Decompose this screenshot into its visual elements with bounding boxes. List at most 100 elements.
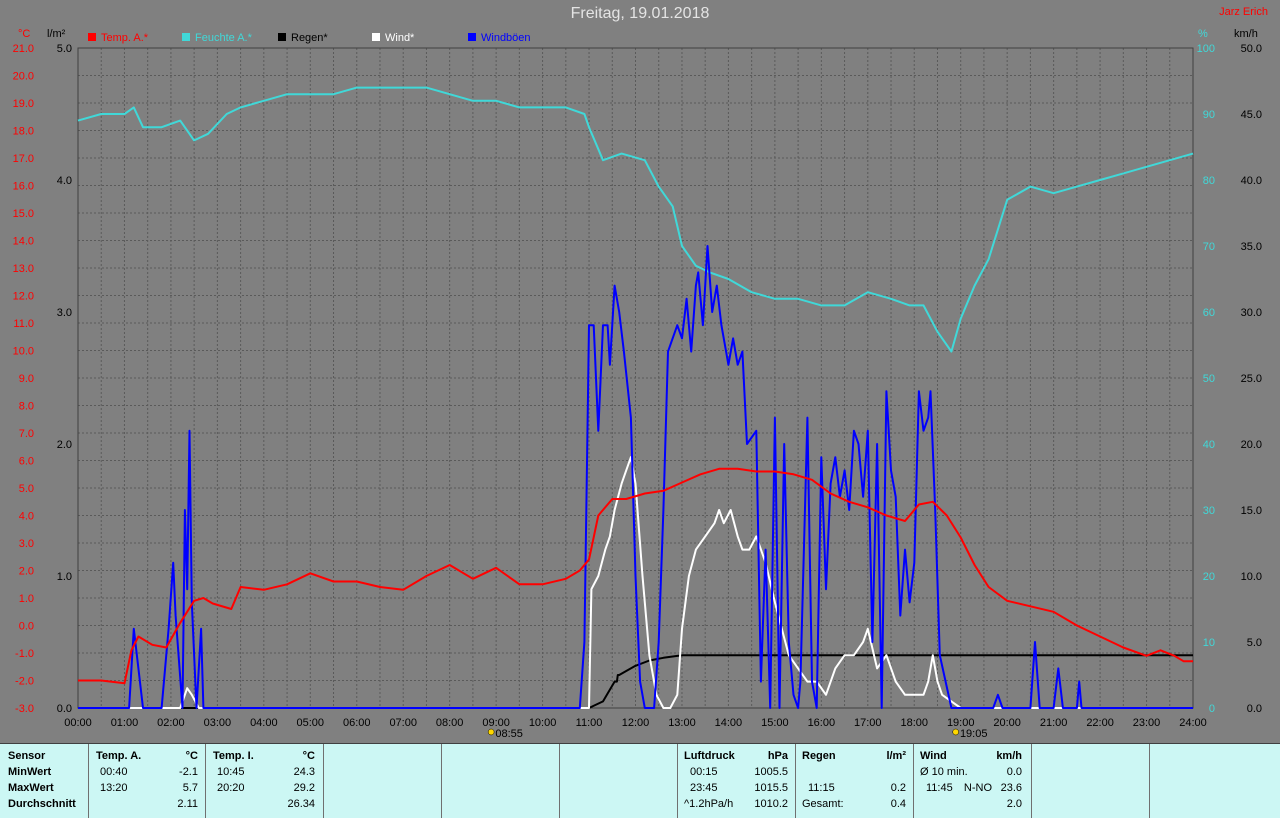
wind-tick-label: 25.0: [1241, 373, 1262, 385]
temp-tick-label: 12.0: [13, 291, 34, 303]
wind-unit: km/h: [996, 750, 1022, 762]
temp-i-average: 26.34: [287, 798, 315, 810]
x-tick-label: 23:00: [1133, 717, 1161, 729]
temp-tick-label: 17.0: [13, 153, 34, 165]
x-tick-label: 12:00: [622, 717, 650, 729]
rain-tick-label: 0.0: [57, 703, 72, 715]
temp-tick-label: 0.0: [19, 621, 34, 633]
divider: [913, 744, 914, 818]
pressure-label: Luftdruck: [684, 750, 735, 762]
rain-tick-label: 5.0: [57, 43, 72, 55]
rain-tick-label: 1.0: [57, 571, 72, 583]
temp-i-min-value: 24.3: [293, 766, 315, 778]
temp-tick-label: 2.0: [19, 566, 34, 578]
temp-i-column: Temp. I. °C 10:45 24.3 20:20 29.2 26.34: [213, 748, 317, 812]
rain-legend-label: Regen*: [291, 32, 328, 44]
temp-tick-label: 19.0: [13, 98, 34, 110]
humidity-tick-label: 100: [1197, 43, 1215, 55]
rain-label: Regen: [802, 750, 836, 762]
wind-avg10-value: 0.0: [1006, 766, 1022, 778]
rain-max-value: 0.2: [890, 782, 906, 794]
pressure-max-time: 23:45: [690, 782, 718, 794]
wind-tick-label: 15.0: [1241, 505, 1262, 517]
temp-a-average: 2.11: [177, 798, 198, 810]
wind-tick-label: 5.0: [1247, 637, 1262, 649]
x-tick-label: 24:00: [1179, 717, 1207, 729]
x-tick-label: 07:00: [389, 717, 417, 729]
statistics-panel: Sensor MinWert MaxWert Durchschnitt Temp…: [0, 743, 1280, 818]
x-tick-label: 17:00: [854, 717, 882, 729]
wind-tick-label: 10.0: [1241, 571, 1262, 583]
divider: [441, 744, 442, 818]
temp-a-max-time: 13:20: [100, 782, 128, 794]
temp-tick-label: 15.0: [13, 208, 34, 220]
rain-tick-label: 2.0: [57, 439, 72, 451]
temp-a-unit: °C: [185, 750, 198, 762]
rain-tick-label: 3.0: [57, 307, 72, 319]
humidity-tick-label: 20: [1203, 571, 1215, 583]
temp-a-max-value: 5.7: [182, 782, 198, 794]
rain-tick-label: 4.0: [57, 175, 72, 187]
temp-a-min-value: -2.1: [179, 766, 198, 778]
temp-tick-label: 14.0: [13, 236, 34, 248]
x-tick-label: 03:00: [204, 717, 232, 729]
humidity-tick-label: 70: [1203, 241, 1215, 253]
temp-tick-label: 3.0: [19, 538, 34, 550]
temp-tick-label: 8.0: [19, 401, 34, 413]
wind-average: 2.0: [1006, 798, 1022, 810]
sun-icon: [952, 728, 959, 736]
humidity-axis-unit: %: [1198, 28, 1208, 40]
wind-tick-label: 20.0: [1241, 439, 1262, 451]
x-tick-label: 06:00: [343, 717, 371, 729]
temp-a-column: Temp. A. °C 00:40 -2.1 13:20 5.7 2.11: [96, 748, 200, 812]
temp-tick-label: 11.0: [13, 318, 34, 330]
sun-marker-label: 08:55: [495, 728, 523, 740]
min-row-label: MinWert: [8, 766, 52, 778]
x-tick-label: 22:00: [1086, 717, 1114, 729]
x-tick-label: 01:00: [111, 717, 139, 729]
temp-tick-label: 20.0: [13, 71, 34, 83]
grid: [77, 47, 1194, 709]
divider: [205, 744, 206, 818]
avg-row-label: Durchschnitt: [8, 798, 76, 810]
temp-tick-label: 21.0: [13, 43, 34, 55]
rain-total-value: 0.4: [890, 798, 906, 810]
row-labels: Sensor MinWert MaxWert Durchschnitt: [8, 748, 76, 812]
x-tick-label: 14:00: [715, 717, 743, 729]
temp-tick-label: -1.0: [15, 648, 34, 660]
x-tick-label: 02:00: [157, 717, 185, 729]
rain-column: Regen l/m² 11:15 0.2 Gesamt: 0.4: [802, 748, 908, 812]
temp-legend-swatch: [88, 33, 96, 41]
temp-tick-label: 5.0: [19, 483, 34, 495]
gusts-legend-swatch: [468, 33, 476, 41]
divider: [1149, 744, 1150, 818]
temp-tick-label: 10.0: [13, 346, 34, 358]
wind-column: Wind km/h Ø 10 min. 0.0 11:45 N-NO 23.6 2.0: [920, 748, 1024, 812]
divider: [323, 744, 324, 818]
temp-tick-label: 16.0: [13, 181, 34, 193]
x-tick-label: 15:00: [761, 717, 789, 729]
pressure-column: Luftdruck hPa 00:15 1005.5 23:45 1015.5 ^1.…: [684, 748, 790, 812]
pressure-min-time: 00:15: [690, 766, 718, 778]
humidity-tick-label: 60: [1203, 307, 1215, 319]
divider: [795, 744, 796, 818]
x-tick-label: 11:00: [576, 717, 603, 729]
temp-i-max-time: 20:20: [217, 782, 245, 794]
humidity-legend-swatch: [182, 33, 190, 41]
humidity-tick-label: 40: [1203, 439, 1215, 451]
rain-legend-swatch: [278, 33, 286, 41]
wind-avg10-label: Ø 10 min.: [920, 766, 968, 778]
x-tick-label: 21:00: [1040, 717, 1068, 729]
temp-tick-label: 18.0: [13, 126, 34, 138]
legend: Temp. A.* Feuchte A.* Regen* Wind* Windböen: [88, 32, 531, 44]
temp-tick-label: 9.0: [19, 373, 34, 385]
x-tick-label: 18:00: [900, 717, 928, 729]
max-row-label: MaxWert: [8, 782, 54, 794]
rain-axis-unit: l/m²: [47, 28, 66, 40]
humidity-tick-label: 30: [1203, 505, 1215, 517]
pressure-max-value: 1015.5: [754, 782, 788, 794]
wind-max-time: 11:45: [926, 782, 953, 794]
temp-tick-label: 6.0: [19, 456, 34, 468]
temp-tick-label: 7.0: [19, 428, 34, 440]
wind-max-value: 23.6: [1000, 782, 1022, 794]
